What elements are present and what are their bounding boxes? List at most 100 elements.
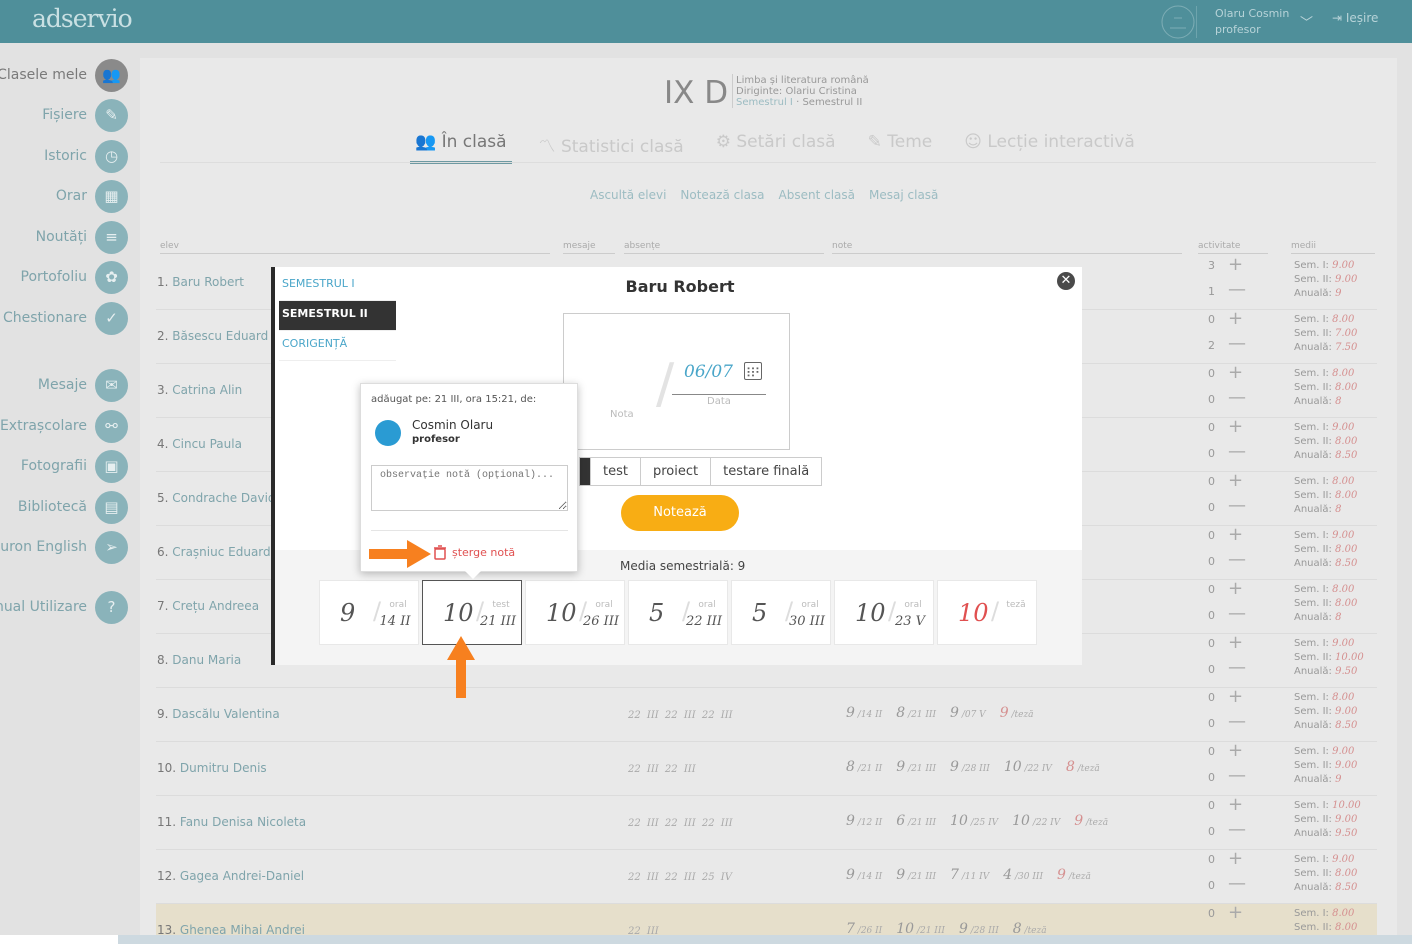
student-name[interactable]: 11. Fanu Denisa Nicoleta xyxy=(157,815,306,829)
table-row[interactable]: 11. Fanu Denisa Nicoleta 22 III 22 III 2… xyxy=(156,794,1377,850)
tab-teme[interactable]: ✎ Teme xyxy=(863,132,938,164)
grade-mark[interactable]: 6 /21 III xyxy=(896,813,936,829)
observation-input[interactable] xyxy=(371,465,568,511)
grade-card[interactable]: 10 / oral 23 V xyxy=(834,580,934,645)
absences[interactable]: 22 III 22 III xyxy=(628,764,696,775)
grade-mark[interactable]: 9 /21 III xyxy=(896,867,936,883)
plus-icon[interactable]: + xyxy=(1228,632,1243,653)
plus-icon[interactable]: + xyxy=(1228,848,1243,869)
absences[interactable]: 22 III 22 III 22 III xyxy=(628,710,733,721)
delete-grade-link[interactable]: șterge notă xyxy=(452,546,515,559)
trash-icon[interactable] xyxy=(433,545,447,560)
grade-input[interactable]: Nota xyxy=(610,409,634,420)
minus-icon[interactable]: — xyxy=(1228,387,1246,408)
plus-icon[interactable]: + xyxy=(1228,254,1243,275)
plus-icon[interactable]: + xyxy=(1228,686,1243,707)
test-type-button[interactable]: test xyxy=(590,458,640,485)
grade-mark[interactable]: 4 /30 III xyxy=(1003,867,1043,883)
grade-card[interactable]: 9 / oral 14 II xyxy=(319,580,419,645)
student-name[interactable]: 6. Crașniuc Eduard xyxy=(157,545,271,559)
sidebar-item-6[interactable]: Chestionare ✓ xyxy=(3,301,128,335)
testare-finala-type-button[interactable]: testare finală xyxy=(710,458,821,485)
mesaj-clasa-link[interactable]: Mesaj clasă xyxy=(869,188,938,202)
grade-card[interactable]: 5 / oral 22 III xyxy=(628,580,728,645)
grade-mark[interactable]: 9 /teză xyxy=(1074,813,1108,829)
plus-icon[interactable]: + xyxy=(1228,416,1243,437)
table-row[interactable]: 9. Dascălu Valentina 22 III 22 III 22 II… xyxy=(156,686,1377,742)
table-row[interactable]: 12. Gagea Andrei-Daniel 22 III 22 III 25… xyxy=(156,848,1377,904)
grade-mark[interactable]: 9 /28 III xyxy=(950,759,990,775)
student-name[interactable]: 12. Gagea Andrei-Daniel xyxy=(157,869,304,883)
plus-icon[interactable]: + xyxy=(1228,740,1243,761)
tab-in-clasa[interactable]: 👥 În clasă xyxy=(410,132,512,164)
grade-mark[interactable]: 9 /teză xyxy=(1000,705,1034,721)
grade-mark[interactable]: 9 /teză xyxy=(1057,867,1091,883)
tab-setari[interactable]: ⚙ Setări clasă xyxy=(711,132,841,164)
plus-icon[interactable]: + xyxy=(1228,524,1243,545)
sidebar-item-7[interactable]: Mesaje ✉ xyxy=(38,368,128,402)
sidebar-item-5[interactable]: Portofoliu ✿ xyxy=(21,260,128,294)
sidebar-item-12[interactable]: Manual Utilizare? xyxy=(0,590,128,624)
grade-mark[interactable]: 9 /12 II xyxy=(846,813,882,829)
student-name[interactable]: 9. Dascălu Valentina xyxy=(157,707,280,721)
plus-icon[interactable]: + xyxy=(1228,362,1243,383)
logout-button[interactable]: ⇥ Ieșire xyxy=(1332,11,1378,25)
grade-mark[interactable]: 9 /14 II xyxy=(846,705,882,721)
grade-mark[interactable]: 7 /11 IV xyxy=(950,867,989,883)
tab-lectie[interactable]: ☺ Lecție interactivă xyxy=(959,132,1140,164)
student-name[interactable]: 7. Crețu Andreea xyxy=(157,599,259,613)
plus-icon[interactable]: + xyxy=(1228,794,1243,815)
sidebar-item-1[interactable]: Fișiere ✎ xyxy=(42,98,128,132)
grade-mark[interactable]: 9 /07 V xyxy=(950,705,986,721)
absences[interactable]: 22 III 22 III 22 III xyxy=(628,818,733,829)
grade-mark[interactable]: 8 /teză xyxy=(1066,759,1100,775)
plus-icon[interactable]: + xyxy=(1228,308,1243,329)
close-icon[interactable]: ✕ xyxy=(1057,272,1075,290)
sidebar-item-0[interactable]: Clasele mele 👥 xyxy=(0,58,128,92)
grade-mark[interactable]: 9 /21 III xyxy=(896,759,936,775)
user-avatar-icon[interactable] xyxy=(1160,4,1196,40)
grade-mark[interactable]: 9 /14 II xyxy=(846,867,882,883)
grade-mark[interactable]: 10 /22 IV xyxy=(1004,759,1052,775)
minus-icon[interactable]: — xyxy=(1228,711,1246,732)
chevron-down-icon[interactable]: ﹀ xyxy=(1300,12,1313,31)
student-name[interactable]: 10. Dumitru Denis xyxy=(157,761,267,775)
sidebar-item-11[interactable]: Neuron English ➢ xyxy=(0,530,128,564)
noteaza-button[interactable]: Notează xyxy=(621,495,739,531)
oral-type-button[interactable] xyxy=(580,458,590,485)
app-logo[interactable]: adservio xyxy=(32,4,133,33)
semester-1-link[interactable]: Semestrul I xyxy=(736,97,793,108)
grade-mark[interactable]: 8 /21 III xyxy=(896,705,936,721)
student-name[interactable]: 8. Danu Maria xyxy=(157,653,241,667)
minus-icon[interactable]: — xyxy=(1228,549,1246,570)
minus-icon[interactable]: — xyxy=(1228,441,1246,462)
minus-icon[interactable]: — xyxy=(1228,279,1246,300)
minus-icon[interactable]: — xyxy=(1228,603,1246,624)
plus-icon[interactable]: + xyxy=(1228,578,1243,599)
student-name[interactable]: 1. Baru Robert xyxy=(157,275,244,289)
noteaza-clasa-link[interactable]: Notează clasa xyxy=(680,188,764,202)
minus-icon[interactable]: — xyxy=(1228,873,1246,894)
sidebar-item-9[interactable]: Fotografii ▣ xyxy=(21,449,128,483)
minus-icon[interactable]: — xyxy=(1228,333,1246,354)
minus-icon[interactable]: — xyxy=(1228,765,1246,786)
sidebar-item-2[interactable]: Istoric ◷ xyxy=(44,139,128,173)
grade-mark[interactable]: 8 /21 II xyxy=(846,759,882,775)
absences[interactable]: 22 III 22 III 25 IV xyxy=(628,872,732,883)
asculta-elevi-link[interactable]: Ascultă elevi xyxy=(590,188,666,202)
corigenta-tab[interactable]: CORIGENȚĂ xyxy=(279,331,396,361)
table-row[interactable]: 10. Dumitru Denis 22 III 22 III 8 /21 II… xyxy=(156,740,1377,796)
student-name[interactable]: 5. Condrache David xyxy=(157,491,276,505)
sidebar-item-8[interactable]: Extrașcolare ⚯ xyxy=(0,409,128,443)
tab-statistici[interactable]: 〽 Statistici clasă xyxy=(534,132,689,164)
minus-icon[interactable]: — xyxy=(1228,495,1246,516)
grade-card[interactable]: 10 / oral 26 III xyxy=(525,580,625,645)
semester-2-link[interactable]: Semestrul II xyxy=(802,97,862,108)
grade-card[interactable]: 10 / teză xyxy=(937,580,1037,645)
sidebar-item-3[interactable]: Orar ▦ xyxy=(56,179,128,213)
date-input[interactable]: 06/07 xyxy=(684,362,733,382)
minus-icon[interactable]: — xyxy=(1228,819,1246,840)
student-name[interactable]: 4. Cincu Paula xyxy=(157,437,242,451)
student-name[interactable]: 3. Catrina Alin xyxy=(157,383,242,397)
semester-2-tab[interactable]: SEMESTRUL II xyxy=(279,301,396,331)
